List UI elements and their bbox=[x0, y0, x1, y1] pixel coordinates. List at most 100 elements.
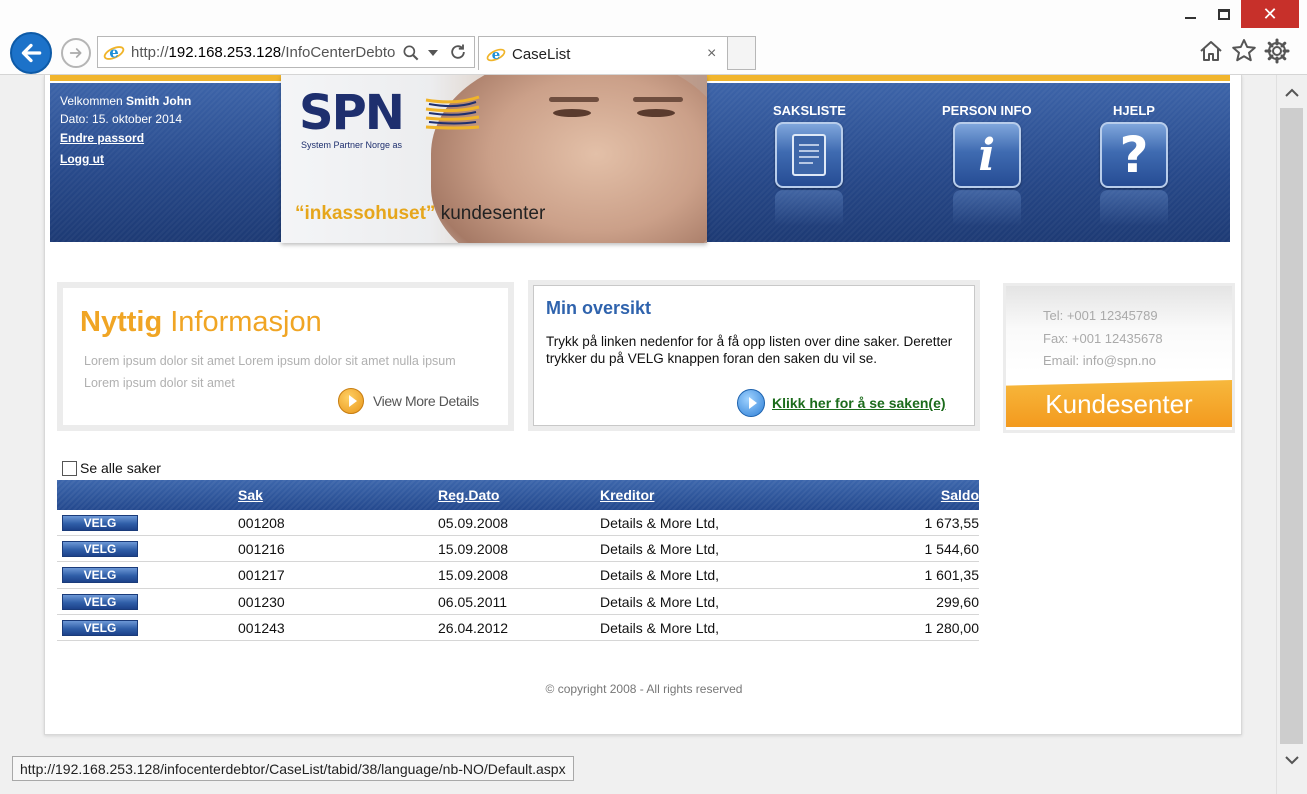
cell-saldo: 1 544,60 bbox=[924, 541, 980, 558]
tab-caselist[interactable]: e CaseList × bbox=[478, 36, 728, 70]
chevron-down-icon bbox=[1285, 756, 1299, 765]
ie-logo-icon: e bbox=[103, 45, 125, 62]
cell-sak: 001230 bbox=[238, 593, 285, 610]
page-container: Velkommen Smith John Dato: 15. oktober 2… bbox=[44, 75, 1242, 735]
url-host: 192.168.253.128 bbox=[168, 44, 282, 61]
address-bar[interactable]: e http://192.168.253.128/InfoCenterDebto bbox=[97, 36, 475, 68]
chevron-down-icon[interactable] bbox=[428, 49, 438, 57]
view-more-details-link[interactable]: View More Details bbox=[338, 388, 479, 414]
nyttig-title-bold: Nyttig bbox=[80, 306, 163, 338]
show-cases-link[interactable]: Klikk her for å se saken(e) bbox=[737, 389, 946, 417]
table-row: VELG 001208 05.09.2008 Details & More Lt… bbox=[57, 510, 980, 537]
min-oversikt-text: Trykk på linken nedenfor for å få opp li… bbox=[546, 334, 953, 366]
min-oversikt-title: Min oversikt bbox=[546, 298, 652, 318]
page-viewport: Velkommen Smith John Dato: 15. oktober 2… bbox=[0, 75, 1276, 794]
show-all-checkbox[interactable] bbox=[62, 460, 77, 476]
date-text: Dato: 15. oktober 2014 bbox=[60, 112, 183, 126]
scroll-up-button[interactable] bbox=[1282, 83, 1302, 103]
play-icon bbox=[338, 388, 364, 414]
cell-sak: 001217 bbox=[238, 567, 285, 584]
cell-kreditor: Details & More Ltd, bbox=[600, 619, 720, 636]
case-table-header: Sak Reg.Dato Kreditor Saldo bbox=[57, 480, 979, 510]
scroll-down-button[interactable] bbox=[1282, 750, 1302, 770]
velg-button[interactable]: VELG bbox=[62, 541, 138, 558]
view-more-label: View More Details bbox=[373, 393, 479, 409]
cell-saldo: 1 601,35 bbox=[924, 567, 980, 584]
nav-reflection bbox=[952, 190, 1021, 230]
velg-button[interactable]: VELG bbox=[62, 515, 138, 531]
table-row: VELG 001230 06.05.2011 Details & More Lt… bbox=[57, 589, 979, 615]
cell-reg-dato: 06.05.2011 bbox=[438, 593, 508, 610]
header-banner: SPN System Partner Norge as “inkassohuse… bbox=[281, 75, 707, 243]
back-button[interactable] bbox=[10, 32, 52, 74]
column-header-saldo[interactable]: Saldo bbox=[941, 487, 979, 503]
kundesenter-banner: Kundesenter bbox=[1006, 380, 1232, 427]
back-arrow-icon bbox=[21, 43, 42, 63]
column-header-kreditor[interactable]: Kreditor bbox=[600, 487, 654, 503]
welcome-block: Velkommen Smith John Dato: 15. oktober 2… bbox=[60, 92, 191, 170]
column-header-sak[interactable]: Sak bbox=[238, 487, 263, 503]
contact-tel: Tel: +001 12345789 bbox=[1043, 308, 1158, 323]
refresh-icon[interactable] bbox=[448, 42, 468, 62]
window-titlebar: ✕ bbox=[0, 0, 1307, 30]
maximize-button[interactable] bbox=[1202, 0, 1246, 28]
show-all-cases-toggle[interactable]: Se alle saker bbox=[62, 460, 161, 476]
min-oversikt-inner: Min oversikt Trykk på linken nedenfor fo… bbox=[533, 285, 975, 426]
show-all-label: Se alle saker bbox=[80, 460, 161, 476]
spn-logo: SPN bbox=[299, 85, 405, 141]
info-icon: i bbox=[952, 122, 1021, 188]
cell-sak: 001243 bbox=[238, 619, 285, 636]
change-password-link[interactable]: Endre passord bbox=[60, 128, 191, 149]
play-icon bbox=[737, 389, 765, 417]
search-icon[interactable] bbox=[401, 43, 421, 63]
cell-saldo: 299,60 bbox=[936, 593, 979, 610]
banner-photo-detail bbox=[549, 97, 599, 102]
cell-reg-dato: 15.09.2008 bbox=[438, 567, 509, 584]
status-bar-url: http://192.168.253.128/infocenterdebtor/… bbox=[12, 756, 574, 781]
settings-gear-icon[interactable] bbox=[1263, 37, 1291, 65]
velg-button[interactable]: VELG bbox=[62, 619, 138, 636]
maximize-icon bbox=[1218, 8, 1230, 20]
help-question-icon: ? bbox=[1100, 122, 1168, 188]
column-header-reg-dato[interactable]: Reg.Dato bbox=[438, 487, 499, 503]
svg-text:e: e bbox=[492, 47, 500, 63]
document-icon bbox=[775, 122, 844, 188]
vertical-scrollbar[interactable] bbox=[1276, 75, 1307, 794]
home-icon[interactable] bbox=[1197, 37, 1225, 65]
table-row: VELG 001243 26.04.2012 Details & More Lt… bbox=[57, 615, 979, 641]
min-oversikt-box: Min oversikt Trykk på linken nedenfor fo… bbox=[528, 280, 980, 431]
forward-button[interactable] bbox=[61, 38, 91, 68]
case-table: Sak Reg.Dato Kreditor Saldo VELG 001208 … bbox=[57, 480, 979, 641]
nav-saksliste-label: SAKSLISTE bbox=[773, 103, 846, 118]
cell-kreditor: Details & More Ltd, bbox=[600, 541, 720, 558]
forward-arrow-icon bbox=[69, 48, 82, 58]
logout-link[interactable]: Logg ut bbox=[60, 149, 191, 170]
ie-logo-icon: e bbox=[486, 47, 506, 63]
new-tab-button[interactable] bbox=[728, 36, 756, 70]
close-icon: ✕ bbox=[1262, 3, 1278, 24]
close-window-button[interactable]: ✕ bbox=[1241, 0, 1299, 28]
nav-hjelp[interactable]: HJELP ? bbox=[1100, 103, 1168, 230]
nav-reflection bbox=[1100, 190, 1168, 230]
close-tab-icon[interactable]: × bbox=[707, 45, 716, 63]
address-url[interactable]: http://192.168.253.128/InfoCenterDebto bbox=[131, 44, 397, 61]
cell-reg-dato: 26.04.2012 bbox=[438, 619, 509, 636]
svg-text:e: e bbox=[109, 45, 118, 62]
cell-saldo: 1 673,55 bbox=[924, 515, 980, 531]
scrollbar-thumb[interactable] bbox=[1280, 108, 1303, 744]
favorites-star-icon[interactable] bbox=[1230, 37, 1258, 65]
velg-button[interactable]: VELG bbox=[62, 593, 138, 610]
footer-copyright: © copyright 2008 - All rights reserved bbox=[545, 682, 743, 696]
user-name: Smith John bbox=[126, 94, 192, 108]
cell-reg-dato: 05.09.2008 bbox=[438, 515, 509, 531]
nav-person-info[interactable]: PERSON INFO i bbox=[942, 103, 1032, 230]
url-path: /InfoCenterDebto bbox=[281, 44, 396, 61]
banner-photo-detail bbox=[637, 109, 675, 117]
contact-email: Email: info@spn.no bbox=[1043, 353, 1156, 368]
cell-sak: 001208 bbox=[238, 515, 285, 531]
nav-saksliste[interactable]: SAKSLISTE bbox=[773, 103, 846, 230]
contact-box: Tel: +001 12345789 Fax: +001 12435678 Em… bbox=[1003, 283, 1235, 433]
velg-button[interactable]: VELG bbox=[62, 567, 138, 584]
minimize-icon bbox=[1184, 17, 1196, 19]
tab-title: CaseList bbox=[512, 46, 571, 63]
